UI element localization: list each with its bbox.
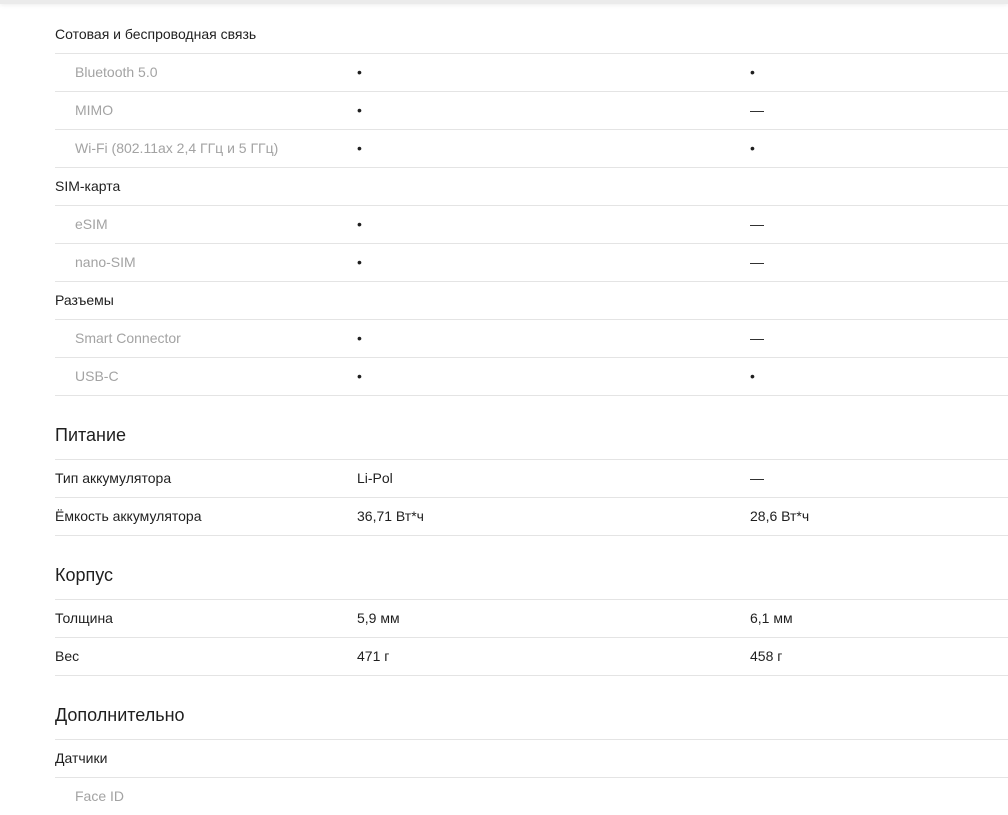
spec-label: Толщина — [55, 610, 113, 626]
section-title-power: Питание — [55, 396, 1008, 460]
spec-value-model-a: Li-Pol — [357, 470, 393, 486]
spec-row-usb-c: USB-C • • — [55, 358, 1008, 396]
spec-value-model-b: 28,6 Вт*ч — [750, 508, 810, 524]
spec-label: Smart Connector — [75, 330, 181, 346]
spec-label: USB-C — [75, 368, 119, 384]
group-row-sim: SIM-карта — [55, 168, 1008, 206]
spec-table: Сотовая и беспроводная связь Bluetooth 5… — [55, 16, 1008, 815]
spec-value-model-b: — — [750, 254, 764, 270]
spec-row-smart-connector: Smart Connector • — — [55, 320, 1008, 358]
group-label: SIM-карта — [55, 178, 121, 194]
group-row-connectors: Разъемы — [55, 282, 1008, 320]
spec-label: Bluetooth 5.0 — [75, 64, 158, 80]
spec-label: Wi-Fi (802.11ax 2,4 ГГц и 5 ГГц) — [75, 140, 279, 156]
spec-row-battery-type: Тип аккумулятора Li-Pol — — [55, 460, 1008, 498]
group-row-cellular: Сотовая и беспроводная связь — [55, 16, 1008, 54]
spec-label: Face ID — [75, 788, 125, 804]
spec-label: MIMO — [75, 102, 114, 118]
section-title-body: Корпус — [55, 536, 1008, 600]
group-label: Датчики — [55, 750, 108, 766]
group-label: Разъемы — [55, 292, 114, 308]
section-heading: Питание — [55, 425, 127, 445]
spec-value-model-a: • — [357, 102, 362, 118]
group-row-sensors: Датчики — [55, 740, 1008, 778]
spec-row-weight: Вес 471 г 458 г — [55, 638, 1008, 676]
spec-row-battery-capacity: Ёмкость аккумулятора 36,71 Вт*ч 28,6 Вт*… — [55, 498, 1008, 536]
spec-value-model-a: 471 г — [357, 648, 390, 664]
spec-value-model-a: • — [357, 254, 362, 270]
spec-value-model-b: 6,1 мм — [750, 610, 793, 626]
spec-value-model-a: • — [357, 368, 362, 384]
spec-value-model-b: 458 г — [750, 648, 783, 664]
spec-value-model-b: — — [750, 216, 764, 232]
section-title-extra: Дополнительно — [55, 676, 1008, 740]
spec-row-bluetooth: Bluetooth 5.0 • • — [55, 54, 1008, 92]
spec-value-model-a: 36,71 Вт*ч — [357, 508, 424, 524]
spec-value-model-b: • — [750, 140, 755, 156]
spec-label: Ёмкость аккумулятора — [55, 508, 202, 524]
spec-label: Вес — [55, 648, 80, 664]
spec-row-face-id: Face ID — [55, 778, 1008, 815]
section-heading: Дополнительно — [55, 705, 185, 725]
top-bar — [0, 0, 1008, 4]
spec-value-model-a: • — [357, 216, 362, 232]
spec-row-wifi: Wi-Fi (802.11ax 2,4 ГГц и 5 ГГц) • • — [55, 130, 1008, 168]
spec-value-model-a: • — [357, 330, 362, 346]
spec-label: nano-SIM — [75, 254, 136, 270]
spec-label: eSIM — [75, 216, 108, 232]
spec-row-mimo: MIMO • — — [55, 92, 1008, 130]
section-heading: Корпус — [55, 565, 114, 585]
group-label: Сотовая и беспроводная связь — [55, 26, 257, 42]
spec-value-model-b: • — [750, 64, 755, 80]
spec-label: Тип аккумулятора — [55, 470, 172, 486]
spec-value-model-b: — — [750, 102, 764, 118]
spec-value-model-a: 5,9 мм — [357, 610, 400, 626]
spec-row-thickness: Толщина 5,9 мм 6,1 мм — [55, 600, 1008, 638]
spec-row-nano-sim: nano-SIM • — — [55, 244, 1008, 282]
spec-value-model-a: • — [357, 64, 362, 80]
spec-row-esim: eSIM • — — [55, 206, 1008, 244]
spec-value-model-b: — — [750, 470, 764, 486]
spec-value-model-b: — — [750, 330, 764, 346]
spec-value-model-b: • — [750, 368, 755, 384]
spec-value-model-a: • — [357, 140, 362, 156]
